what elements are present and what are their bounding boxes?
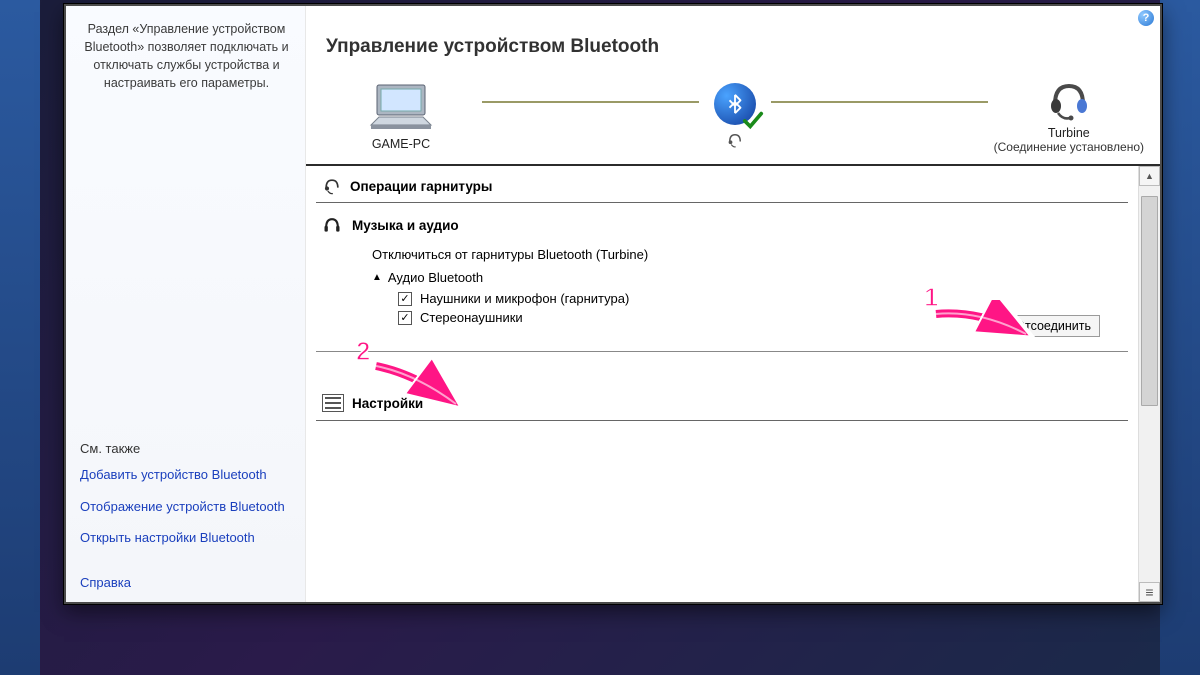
section-headset-title: Операции гарнитуры bbox=[350, 179, 492, 194]
disconnect-description: Отключиться от гарнитуры Bluetooth (Turb… bbox=[372, 247, 1122, 262]
headset-icon bbox=[1045, 78, 1093, 122]
bluetooth-control-window: Раздел «Управление устройством Bluetooth… bbox=[64, 4, 1162, 604]
mini-headset-icon bbox=[726, 131, 744, 149]
pc-name: GAME-PC bbox=[372, 137, 430, 151]
connection-diagram: GAME-PC bbox=[306, 60, 1160, 158]
connection-line-right bbox=[771, 101, 988, 103]
main-panel: ? Управление устройством Bluetooth GAME-… bbox=[306, 6, 1160, 602]
checkmark-icon bbox=[742, 109, 764, 131]
help-icon[interactable]: ? bbox=[1138, 10, 1154, 26]
sidebar: Раздел «Управление устройством Bluetooth… bbox=[66, 6, 306, 602]
link-add-bluetooth-device[interactable]: Добавить устройство Bluetooth bbox=[80, 466, 293, 484]
link-open-bluetooth-settings[interactable]: Открыть настройки Bluetooth bbox=[80, 529, 293, 547]
vertical-scrollbar[interactable]: ▲ ≡ bbox=[1138, 166, 1160, 602]
checkbox-headset-mic[interactable]: ✓ bbox=[398, 292, 412, 306]
device-node: Turbine (Соединение установлено) bbox=[994, 78, 1144, 154]
checkbox-stereo-label: Стереонаушники bbox=[420, 310, 523, 325]
chevron-up-icon: ▲ bbox=[372, 272, 382, 283]
link-show-bluetooth-devices[interactable]: Отображение устройств Bluetooth bbox=[80, 498, 293, 516]
scroll-thumb[interactable] bbox=[1141, 196, 1158, 406]
device-name: Turbine bbox=[1048, 126, 1090, 140]
sidebar-description: Раздел «Управление устройством Bluetooth… bbox=[80, 20, 293, 93]
settings-list-icon bbox=[322, 394, 344, 412]
section-settings[interactable]: Настройки bbox=[316, 376, 1128, 421]
link-help-reference[interactable]: Справка bbox=[80, 575, 293, 590]
bluetooth-icon bbox=[714, 83, 756, 125]
device-status: (Соединение установлено) bbox=[994, 140, 1144, 154]
bluetooth-node bbox=[705, 83, 765, 149]
scrollable-content: Операции гарнитуры Музыка и аудио Отключ… bbox=[306, 164, 1160, 602]
audio-bluetooth-label: Аудио Bluetooth bbox=[388, 270, 483, 285]
headset-ops-icon bbox=[322, 176, 342, 196]
scroll-track[interactable] bbox=[1139, 186, 1160, 582]
checkbox-headset-mic-label: Наушники и микрофон (гарнитура) bbox=[420, 291, 629, 306]
disconnect-button[interactable]: Отсоединить bbox=[1006, 315, 1100, 337]
music-headphones-icon bbox=[322, 215, 342, 235]
scroll-up-button[interactable]: ▲ bbox=[1139, 166, 1160, 186]
page-title: Управление устройством Bluetooth bbox=[306, 6, 1160, 60]
connection-line-left bbox=[482, 101, 699, 103]
section-music-title: Музыка и аудио bbox=[352, 218, 459, 233]
section-music-audio: Музыка и аудио Отключиться от гарнитуры … bbox=[316, 203, 1128, 352]
laptop-icon bbox=[365, 81, 437, 133]
section-settings-title: Настройки bbox=[352, 396, 423, 411]
checkbox-stereo[interactable]: ✓ bbox=[398, 311, 412, 325]
audio-bluetooth-toggle[interactable]: ▲ Аудио Bluetooth bbox=[372, 270, 1122, 285]
pc-node: GAME-PC bbox=[326, 81, 476, 151]
section-headset-operations[interactable]: Операции гарнитуры bbox=[316, 166, 1128, 203]
sidebar-links: См. также Добавить устройство Bluetooth … bbox=[80, 441, 293, 590]
see-also-label: См. также bbox=[80, 441, 293, 456]
scroll-down-button[interactable]: ≡ bbox=[1139, 582, 1160, 602]
